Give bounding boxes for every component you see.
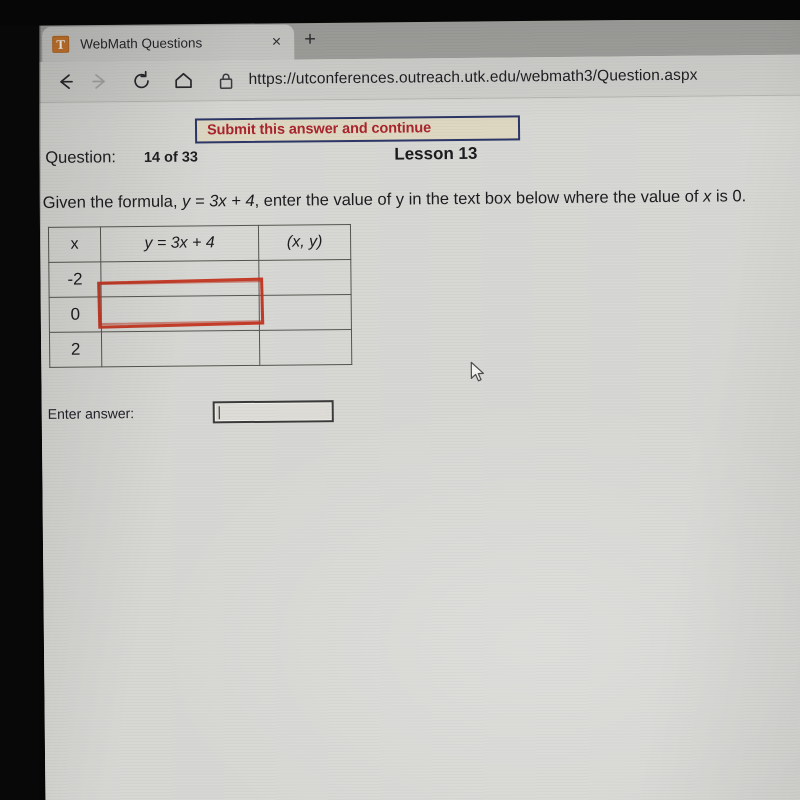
table-cell-xy[interactable] [259,294,352,331]
photographed-monitor: T WebMath Questions × + https://utconfer… [0,0,800,800]
lock-icon [212,65,238,95]
home-icon[interactable] [166,65,200,95]
table-header-x: x [48,226,101,263]
tab-title: WebMath Questions [80,35,203,52]
answer-input[interactable] [213,400,335,424]
address-bar-url: https://utconferences.outreach.utk.edu/w… [248,66,698,88]
table-cell-y[interactable] [101,295,260,332]
answer-label: Enter answer: [47,405,135,422]
monitor-bezel-left [0,0,41,800]
question-prompt: Given the formula, y = 3x + 4, enter the… [43,187,747,213]
address-bar[interactable]: https://utconferences.outreach.utk.edu/w… [212,61,800,95]
table-cell-x: -2 [48,261,102,298]
table-header-row: x y = 3x + 4 (x, y) [48,224,351,263]
table-header-ordered-pair: (x, y) [258,224,351,261]
forward-arrow-icon [82,66,116,96]
table-cell-y[interactable] [100,260,260,297]
text-caret [219,406,221,420]
monitor-bezel-top-fill [0,0,800,20]
new-tab-button[interactable]: + [304,28,316,50]
prompt-formula: y = 3x + 4 [182,191,255,211]
value-table: x y = 3x + 4 (x, y) -2 0 2 [48,224,352,368]
close-icon[interactable]: × [267,32,287,52]
prompt-part-3: is 0. [711,187,747,206]
table-row: 0 [49,294,352,333]
table-cell-y[interactable] [101,330,260,367]
table-cell-xy[interactable] [258,259,352,296]
table-header-formula: y = 3x + 4 [100,225,259,262]
question-count: 14 of 33 [143,149,198,166]
table-cell-x: 0 [49,296,102,333]
submit-answer-button[interactable]: Submit this answer and continue [194,115,521,144]
table-cell-x: 2 [49,331,102,368]
webpage-content: Submit this answer and continue Question… [38,95,800,800]
question-counter-line: Question: 14 of 33 [45,147,198,167]
question-label: Question: [45,148,116,167]
answer-entry-row: Enter answer: [48,400,335,425]
browser-tab-webmath-questions[interactable]: T WebMath Questions × [42,24,295,62]
browser-window: T WebMath Questions × + https://utconfer… [38,16,800,800]
prompt-variable: x [703,187,712,206]
mouse-pointer-icon [469,361,486,389]
table-cell-xy[interactable] [259,329,352,366]
table-row: -2 [48,259,352,298]
prompt-part-1: Given the formula, [42,192,183,212]
table-row: 2 [49,329,352,368]
reload-icon[interactable] [124,66,158,96]
browser-toolbar: https://utconferences.outreach.utk.edu/w… [38,54,800,103]
back-arrow-icon[interactable] [48,67,82,97]
lesson-title: Lesson 13 [394,143,478,164]
prompt-part-2: , enter the value of y in the text box b… [254,187,704,210]
tab-favicon-icon: T [52,35,70,53]
